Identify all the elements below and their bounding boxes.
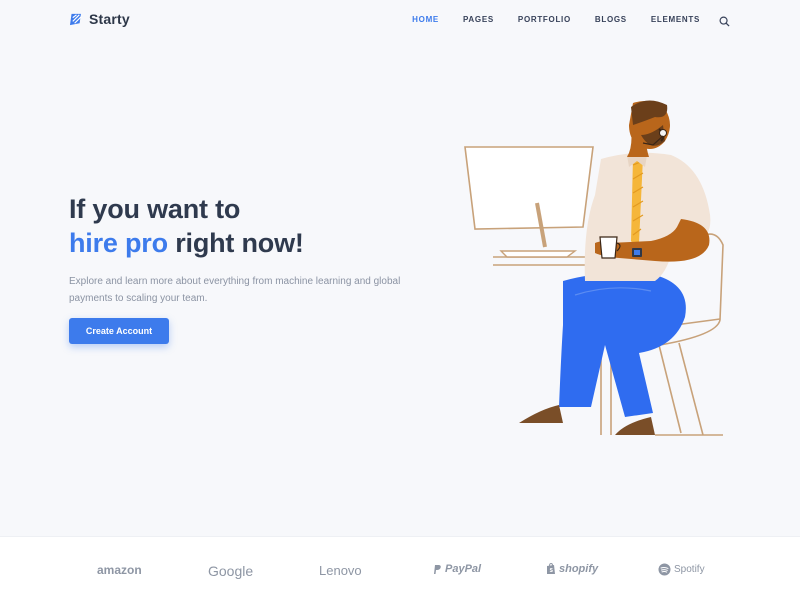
hero-title-rest: right now!: [167, 228, 304, 258]
person-head: [627, 100, 670, 157]
amazon-logo: amazon: [97, 563, 142, 577]
starty-logo-icon: [69, 13, 82, 25]
paypal-logo: PayPal: [432, 563, 481, 575]
nav-blogs[interactable]: BLOGS: [595, 15, 627, 24]
spotify-icon: [658, 563, 671, 576]
nav-home[interactable]: HOME: [412, 15, 439, 24]
hero-title-line1: If you want to: [69, 194, 241, 224]
partner-logos-bar: amazon Google Lenovo PayPal S shopify Sp…: [0, 536, 800, 600]
svg-text:S: S: [550, 568, 554, 574]
navbar: Starty HOME PAGES PORTFOLIO BLOGS ELEMEN…: [0, 0, 800, 44]
shopify-logo: S shopify: [546, 563, 598, 575]
hero-description: Explore and learn more about everything …: [69, 276, 401, 304]
shopify-bag-icon: S: [547, 563, 555, 574]
hero-title-accent: hire pro: [69, 228, 168, 258]
nav-portfolio[interactable]: PORTFOLIO: [518, 15, 571, 24]
lenovo-logo: Lenovo: [319, 563, 362, 578]
main-nav: HOME PAGES PORTFOLIO BLOGS ELEMENTS: [388, 14, 730, 27]
nav-pages[interactable]: PAGES: [463, 15, 494, 24]
hero-illustration: [464, 100, 724, 436]
nav-elements[interactable]: ELEMENTS: [651, 15, 700, 24]
brand-name: Starty: [89, 11, 130, 27]
brand-logo[interactable]: Starty: [69, 11, 130, 27]
search-icon[interactable]: [719, 14, 730, 27]
spotify-logo: Spotify: [658, 563, 705, 576]
google-logo: Google: [208, 563, 254, 579]
paypal-icon: [434, 564, 441, 574]
monitor-illustration: [464, 146, 594, 258]
create-account-button[interactable]: Create Account: [69, 318, 169, 344]
person-torso: [584, 152, 711, 281]
hero-title: If you want to hire pro right now!: [69, 192, 304, 260]
